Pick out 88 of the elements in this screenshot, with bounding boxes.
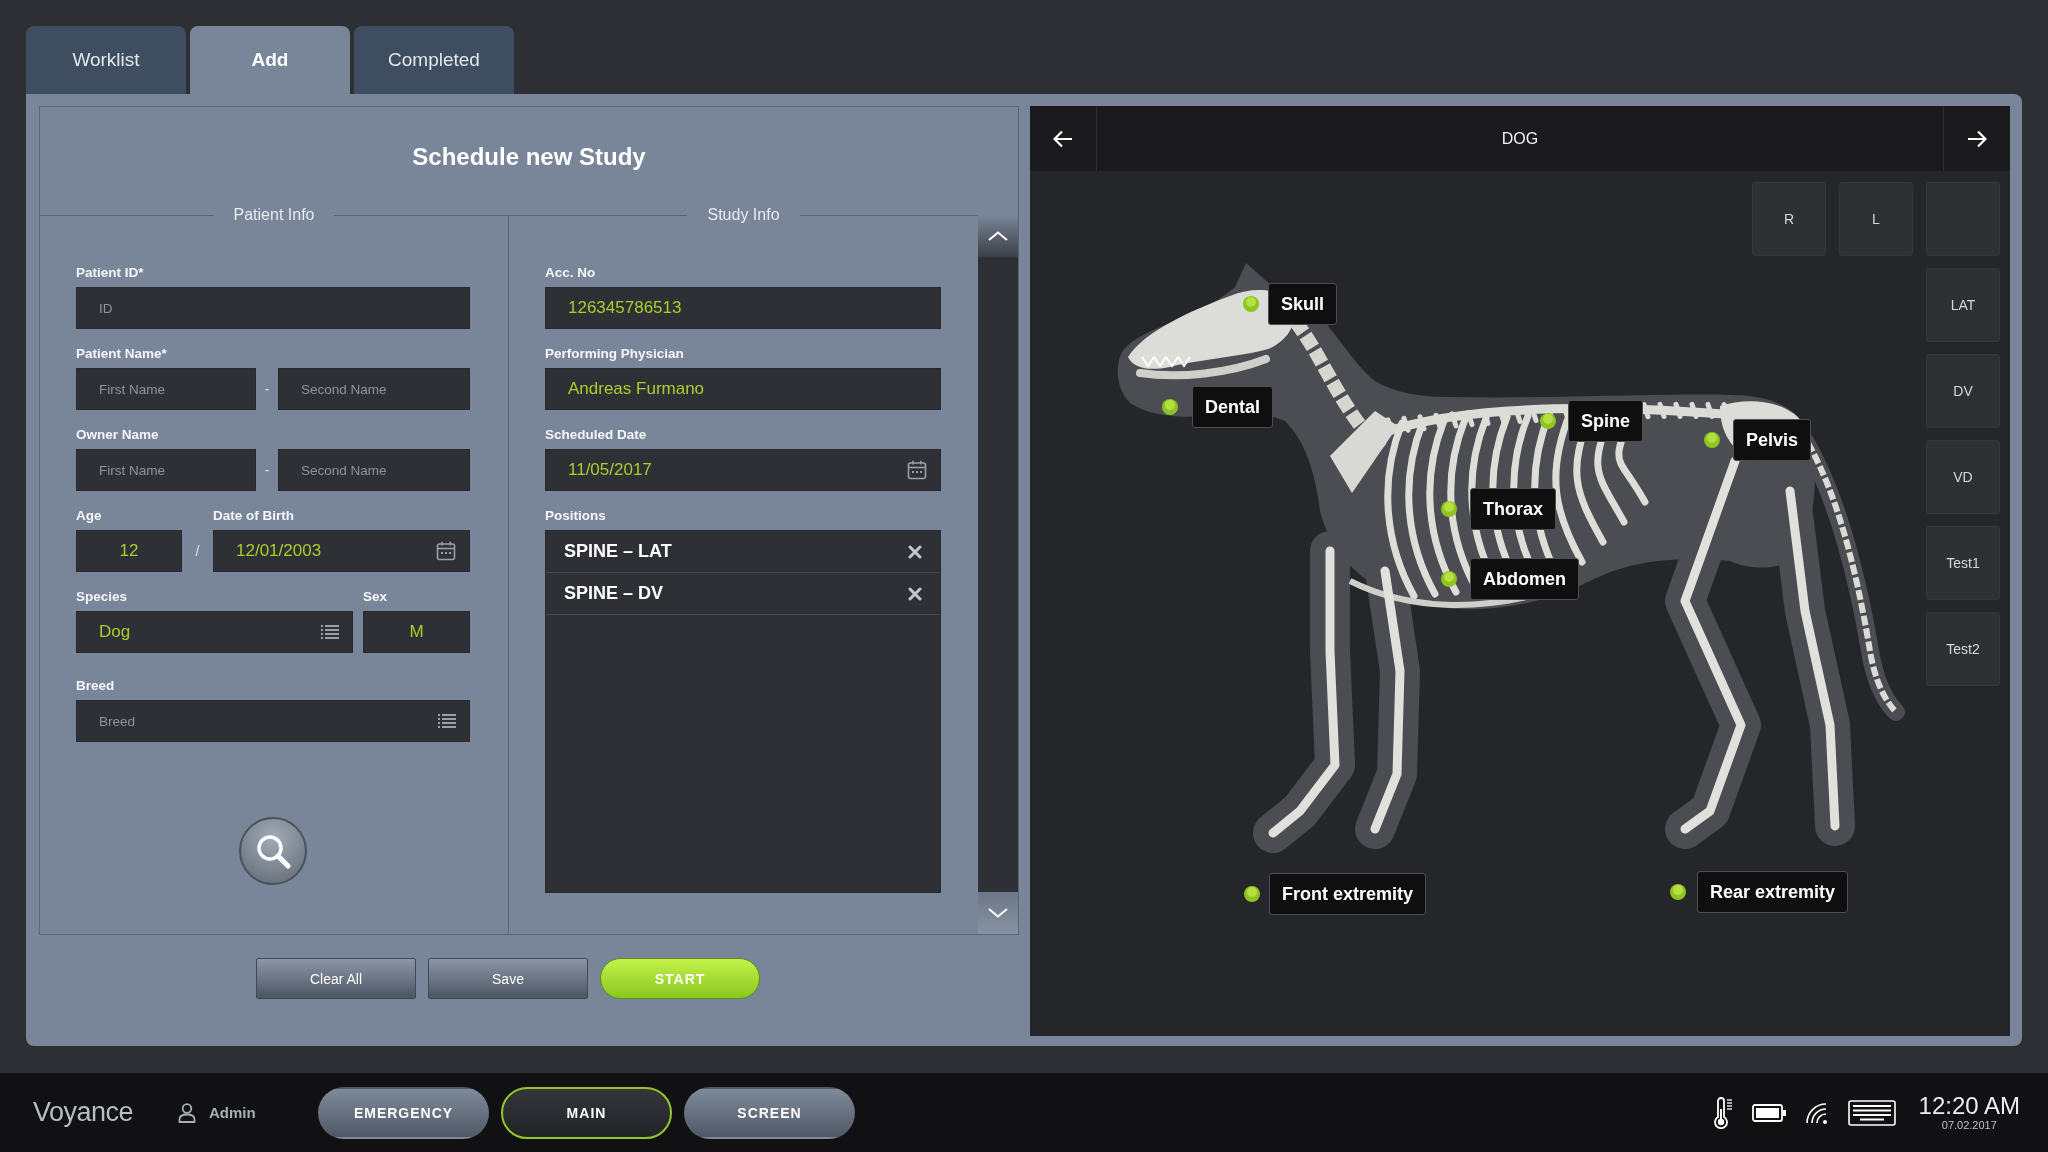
- physician-field[interactable]: Andreas Furmano: [545, 368, 941, 410]
- app-logo: Voyance: [33, 1097, 134, 1127]
- close-icon[interactable]: [908, 586, 922, 601]
- separator-text: -: [263, 381, 271, 397]
- scroll-up-button[interactable]: [978, 215, 1018, 257]
- region-label[interactable]: Thorax: [1470, 488, 1556, 530]
- field-label: Positions: [545, 507, 607, 524]
- species-dropdown[interactable]: Dog: [76, 611, 353, 653]
- region-label[interactable]: Front extremity: [1269, 873, 1427, 915]
- field-label: Sex: [363, 588, 389, 605]
- region-label[interactable]: Rear extremity: [1697, 871, 1849, 913]
- field-label: Scheduled Date: [545, 426, 648, 443]
- field-label: Patient Name*: [76, 345, 168, 362]
- field-label: Acc. No: [545, 264, 597, 281]
- patient-id-field[interactable]: ID: [76, 287, 470, 329]
- field-label: Patient ID*: [76, 264, 145, 281]
- keyboard-icon: [1847, 1099, 1896, 1126]
- view-button[interactable]: DV: [1926, 354, 2000, 428]
- action-button[interactable]: Clear All: [256, 958, 416, 999]
- wifi-icon: [1804, 1101, 1829, 1124]
- marker-dot-icon: [1540, 413, 1556, 429]
- view-button[interactable]: VD: [1926, 440, 2000, 514]
- position-item[interactable]: SPINE – DV: [546, 573, 940, 615]
- field-label: Performing Physician: [545, 345, 685, 362]
- marker-dot-icon: [1704, 432, 1720, 448]
- separator-text: /: [194, 543, 201, 559]
- second-name-field[interactable]: Second Name: [278, 368, 470, 410]
- field-label: Species: [76, 588, 129, 605]
- chevron-down-icon: [988, 908, 1008, 918]
- mode-button[interactable]: SCREEN: [684, 1086, 855, 1139]
- sex-field[interactable]: M: [363, 611, 470, 653]
- mode-button[interactable]: MAIN: [501, 1086, 672, 1139]
- view-button[interactable]: Test2: [1926, 612, 2000, 686]
- region-label[interactable]: Dental: [1192, 386, 1273, 428]
- section-heading: Study Info: [706, 206, 781, 224]
- side-button[interactable]: R: [1752, 182, 1826, 256]
- marker-dot-icon: [1670, 884, 1686, 900]
- map-title: DOG: [1500, 129, 1540, 148]
- calendar-icon[interactable]: [436, 541, 456, 561]
- region-label[interactable]: Pelvis: [1733, 419, 1812, 461]
- scrollbar-track[interactable]: [978, 215, 1018, 934]
- date-field[interactable]: 12/01/2003: [213, 530, 470, 572]
- arrow-right-icon: [1967, 129, 1987, 148]
- close-icon[interactable]: [908, 544, 922, 559]
- section-heading: Patient Info: [232, 206, 316, 224]
- user-name: Admin: [209, 1104, 256, 1121]
- action-button[interactable]: Save: [428, 958, 588, 999]
- list-icon[interactable]: [438, 714, 456, 728]
- marker-dot-icon: [1243, 296, 1259, 312]
- arrow-left-icon: [1053, 129, 1073, 148]
- age-field[interactable]: 12: [76, 530, 182, 572]
- field-label: Owner Name: [76, 426, 160, 443]
- chevron-up-icon: [988, 231, 1008, 241]
- first-name-field[interactable]: First Name: [76, 449, 256, 491]
- region-label[interactable]: Spine: [1568, 400, 1643, 442]
- field-label: Date of Birth: [213, 507, 295, 524]
- region-label[interactable]: Abdomen: [1470, 558, 1579, 600]
- tab[interactable]: Worklist: [26, 26, 186, 94]
- user-icon: [178, 1102, 196, 1123]
- marker-dot-icon: [1244, 886, 1260, 902]
- clock-date: 07.02.2017: [1941, 1119, 1997, 1132]
- second-name-field[interactable]: Second Name: [278, 449, 470, 491]
- tab[interactable]: Completed: [354, 26, 514, 94]
- field-label: Breed: [76, 677, 116, 694]
- list-icon[interactable]: [321, 625, 339, 639]
- battery-icon: [1751, 1103, 1786, 1122]
- view-button[interactable]: LAT: [1926, 268, 2000, 342]
- marker-dot-icon: [1441, 571, 1457, 587]
- region-label[interactable]: Skull: [1268, 283, 1337, 325]
- date-field[interactable]: 11/05/2017: [545, 449, 941, 491]
- form-title: Schedule new Study: [412, 143, 646, 171]
- first-name-field[interactable]: First Name: [76, 368, 256, 410]
- marker-dot-icon: [1441, 501, 1457, 517]
- scroll-down-button[interactable]: [978, 892, 1018, 934]
- search-icon: [255, 833, 291, 869]
- position-item[interactable]: SPINE – LAT: [546, 531, 940, 573]
- separator-text: -: [263, 462, 271, 478]
- clock-time: 12:20 AM: [1918, 1093, 2020, 1119]
- mode-button[interactable]: EMERGENCY: [318, 1086, 489, 1139]
- side-button[interactable]: L: [1839, 182, 1913, 256]
- breed-dropdown[interactable]: Breed: [76, 700, 470, 742]
- acc-no-field[interactable]: 126345786513: [545, 287, 941, 329]
- thermometer-icon: [1712, 1096, 1733, 1129]
- tab[interactable]: Add: [190, 26, 350, 94]
- marker-dot-icon: [1162, 399, 1178, 415]
- field-label: Age: [76, 507, 103, 524]
- view-button[interactable]: Test1: [1926, 526, 2000, 600]
- calendar-icon[interactable]: [907, 460, 927, 480]
